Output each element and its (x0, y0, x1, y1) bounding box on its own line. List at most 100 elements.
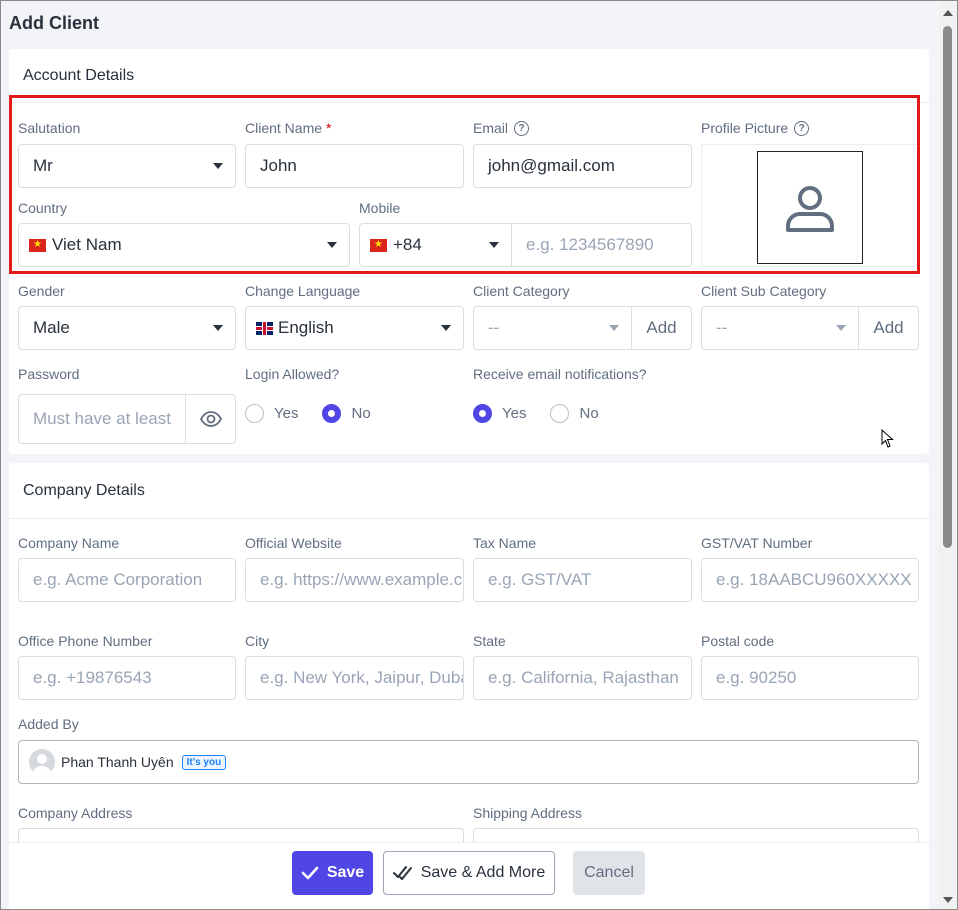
save-and-add-more-label: Save & Add More (420, 864, 546, 881)
password-label: Password (18, 366, 80, 382)
gst-input[interactable]: e.g. 18AABCU960XXXXX (701, 558, 919, 602)
client-sub-category-value: -- (716, 318, 728, 337)
its-you-badge: It's you (181, 754, 227, 770)
page-title: Add Client (9, 13, 99, 33)
added-by-select[interactable]: Phan Thanh Uyên It's you (18, 740, 919, 784)
password-input[interactable]: Must have at least (19, 409, 185, 429)
radio-checked-icon (322, 404, 342, 423)
language-label: Change Language (245, 283, 361, 299)
scroll-down-arrow-icon[interactable] (943, 897, 953, 903)
email-label: Email? (473, 120, 530, 136)
client-name-label: Client Name * (245, 120, 332, 136)
scroll-up-arrow-icon[interactable] (943, 10, 953, 16)
placeholder: e.g. Acme Corporation (33, 570, 203, 589)
state-input[interactable]: e.g. California, Rajasthan (473, 656, 692, 700)
cancel-button[interactable]: Cancel (573, 851, 645, 895)
mobile-input[interactable]: e.g. 1234567890 (512, 235, 691, 255)
account-details-heading: Account Details (9, 49, 929, 103)
chevron-down-icon (441, 325, 451, 331)
add-client-category-button[interactable]: Add (631, 307, 691, 349)
country-code-select[interactable]: ★ +84 (360, 224, 512, 266)
radio-icon (245, 404, 264, 423)
country-code-value: +84 (393, 235, 422, 254)
client-category-label: Client Category (473, 283, 570, 299)
add-client-sub-category-button[interactable]: Add (858, 307, 918, 349)
client-name-value: John (260, 156, 297, 175)
radio-label: No (579, 405, 599, 422)
office-phone-input[interactable]: e.g. +19876543 (18, 656, 236, 700)
gst-label: GST/VAT Number (701, 535, 813, 551)
chevron-down-icon (609, 325, 619, 331)
office-phone-label: Office Phone Number (18, 633, 153, 649)
client-category-value: -- (488, 318, 500, 337)
double-check-icon (392, 866, 412, 880)
salutation-select[interactable]: Mr (18, 144, 236, 188)
user-avatar-icon (786, 185, 834, 232)
added-by-name: Phan Thanh Uyên (61, 754, 174, 770)
country-value: Viet Nam (52, 235, 122, 254)
email-notifications-label: Receive email notifications? (473, 366, 647, 382)
salutation-label: Salutation (18, 120, 81, 136)
placeholder: e.g. New York, Jaipur, Dubai (260, 668, 463, 687)
client-sub-category-label: Client Sub Category (701, 283, 827, 299)
client-sub-category-select[interactable]: -- (702, 307, 858, 349)
client-sub-category-group: -- Add (701, 306, 919, 350)
shipping-address-label: Shipping Address (473, 805, 582, 821)
scrollbar[interactable] (939, 2, 956, 909)
chevron-down-icon (327, 242, 337, 248)
radio-label: No (351, 405, 371, 422)
add-client-window: Add Client Account Details Salutation Cl… (0, 0, 958, 910)
mobile-label: Mobile (359, 200, 401, 216)
chevron-down-icon (489, 242, 499, 248)
email-notifications-no[interactable]: No (550, 404, 599, 423)
postal-code-input[interactable]: e.g. 90250 (701, 656, 919, 700)
city-input[interactable]: e.g. New York, Jaipur, Dubai (245, 656, 464, 700)
email-notifications-group: Yes No (473, 404, 623, 423)
client-category-select[interactable]: -- (474, 307, 631, 349)
company-name-input[interactable]: e.g. Acme Corporation (18, 558, 236, 602)
vietnam-flag-icon: ★ (29, 238, 46, 252)
language-value: English (278, 318, 334, 337)
eye-icon (199, 411, 222, 427)
language-select[interactable]: English (245, 306, 464, 350)
tax-name-input[interactable]: e.g. GST/VAT (473, 558, 692, 602)
save-button[interactable]: Save (292, 851, 373, 895)
radio-icon (550, 404, 570, 423)
login-allowed-label: Login Allowed? (245, 366, 340, 382)
scrollbar-thumb[interactable] (943, 26, 952, 548)
show-password-toggle[interactable] (185, 395, 235, 443)
tax-name-label: Tax Name (473, 535, 537, 551)
country-select[interactable]: ★ Viet Nam (18, 223, 350, 267)
placeholder: e.g. 18AABCU960XXXXX (716, 570, 912, 589)
placeholder: e.g. https://www.example.com (260, 570, 463, 589)
placeholder: e.g. GST/VAT (488, 570, 592, 589)
placeholder: e.g. 90250 (716, 668, 797, 687)
email-value: john@gmail.com (488, 156, 615, 175)
email-input[interactable]: john@gmail.com (473, 144, 692, 188)
profile-picture-preview[interactable] (757, 151, 863, 264)
mouse-cursor-icon (881, 429, 894, 448)
help-icon[interactable]: ? (514, 120, 530, 136)
added-by-label: Added By (18, 716, 79, 732)
city-label: City (245, 633, 270, 649)
state-label: State (473, 633, 506, 649)
website-input[interactable]: e.g. https://www.example.com (245, 558, 464, 602)
login-allowed-no[interactable]: No (322, 404, 371, 423)
login-allowed-group: Yes No (245, 404, 395, 423)
client-name-input[interactable]: John (245, 144, 464, 188)
gender-select[interactable]: Male (18, 306, 236, 350)
gender-value: Male (33, 318, 70, 337)
help-icon[interactable]: ? (794, 120, 810, 136)
save-label: Save (326, 864, 365, 881)
placeholder: e.g. California, Rajasthan (488, 668, 679, 687)
email-notifications-yes[interactable]: Yes (473, 404, 526, 423)
salutation-value: Mr (33, 156, 53, 175)
company-name-label: Company Name (18, 535, 120, 551)
profile-picture-label: Profile Picture? (701, 120, 810, 136)
password-group: Must have at least (18, 394, 236, 444)
country-label: Country (18, 200, 68, 216)
radio-label: Yes (274, 405, 299, 422)
save-and-add-more-button[interactable]: Save & Add More (383, 851, 555, 895)
login-allowed-yes[interactable]: Yes (245, 404, 298, 423)
check-icon (301, 866, 319, 880)
